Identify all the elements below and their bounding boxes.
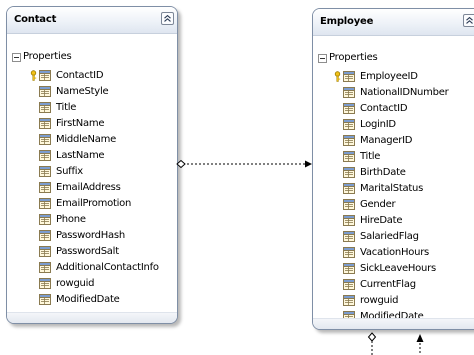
association-end-diamond-icon <box>176 159 186 169</box>
association-arrow-icon <box>305 160 312 168</box>
employee-manager-association[interactable] <box>367 332 424 355</box>
association-lines <box>176 159 424 355</box>
association-end-diamond-icon <box>367 332 377 342</box>
association-arrow-icon <box>416 334 424 342</box>
contact-employee-association[interactable] <box>176 159 312 169</box>
